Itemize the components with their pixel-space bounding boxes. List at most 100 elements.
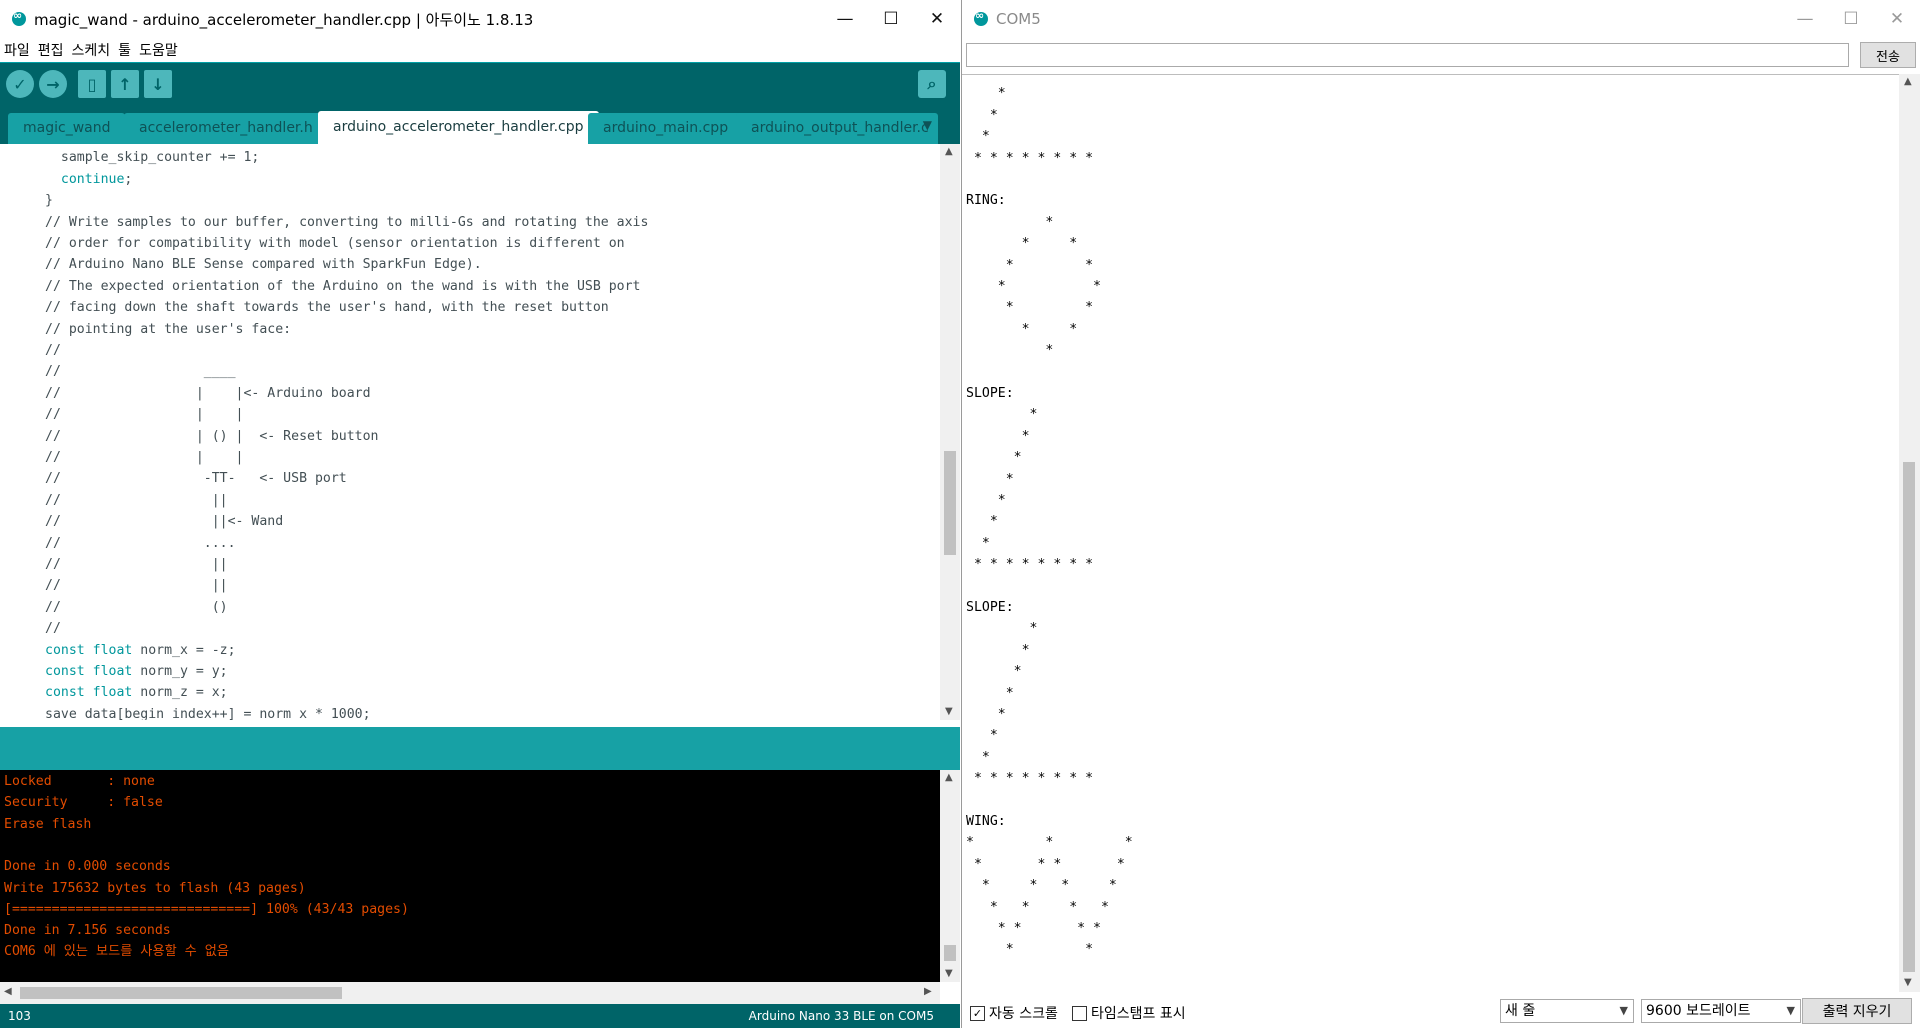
code-line: const float norm_y = y; <box>45 664 228 679</box>
autoscroll-check-icon[interactable]: ✓ <box>970 1005 985 1021</box>
close-icon[interactable]: ✕ <box>914 0 960 38</box>
scroll-up-icon[interactable]: ▲ <box>1904 76 1912 87</box>
serial-output: * * * * * * * * * * * *RING: * * * * * *… <box>962 74 1899 993</box>
serial-line: * <box>966 664 1022 680</box>
serial-line: * <box>966 749 990 765</box>
upload-icon[interactable]: → <box>39 70 67 98</box>
console-vertical-scrollbar[interactable]: ▲ ▼ <box>940 770 960 982</box>
console-line: Locked : none <box>4 774 155 789</box>
send-row: 전송 <box>962 38 1920 74</box>
serial-line: * * * <box>966 835 1133 851</box>
serial-line: * * <box>966 236 1078 252</box>
serial-line: * * * * * * * * <box>966 150 1094 166</box>
serial-line: * <box>966 642 1030 658</box>
autoscroll-checkbox[interactable]: ✓ 자동 스크롤 <box>970 1003 1058 1023</box>
save-icon[interactable]: ↓ <box>144 70 172 98</box>
code-line: // <box>45 621 61 637</box>
verify-icon[interactable]: ✓ <box>6 70 34 98</box>
ide-titlebar[interactable]: magic_wand - arduino_accelerometer_handl… <box>0 0 960 38</box>
menu-help[interactable]: 도움말 <box>139 40 178 60</box>
menu-file[interactable]: 파일 <box>4 40 30 60</box>
timestamp-check-icon[interactable] <box>1072 1005 1087 1021</box>
serial-titlebar[interactable]: COM5 — ☐ ✕ <box>962 0 1920 38</box>
serial-monitor-window: COM5 — ☐ ✕ 전송 * * * * * * * * * * * *RIN… <box>961 0 1920 1028</box>
keyword: const float <box>45 664 133 679</box>
serial-line: * * <box>966 300 1094 316</box>
serial-line: * <box>966 514 998 530</box>
serial-line: * * * * <box>966 921 1101 936</box>
scroll-down-icon[interactable]: ▼ <box>945 706 953 717</box>
code-editor[interactable]: if (sample_skip_counter != sample_every_… <box>0 144 940 720</box>
keyword: const float <box>45 642 133 658</box>
timestamp-label: 타임스탬프 표시 <box>1091 1006 1186 1022</box>
console-horizontal-scrollbar[interactable]: ◀ ▶ <box>0 982 940 1004</box>
console-line: Erase flash <box>4 816 92 832</box>
ide-toolbar: ✓ → ▯ ↑ ↓ ⌕ <box>0 62 960 105</box>
scroll-down-icon[interactable]: ▼ <box>1904 977 1912 988</box>
serial-line: * * * * * * * * <box>966 771 1094 787</box>
serial-line: * * <box>966 942 1094 958</box>
scroll-up-icon[interactable]: ▲ <box>945 772 953 783</box>
maximize-icon[interactable]: ☐ <box>868 0 914 38</box>
tab-arduino-accelerometer-handler-cpp[interactable]: arduino_accelerometer_handler.cpp <box>318 111 599 144</box>
tab-menu-chevron-down-icon[interactable]: ▼ <box>923 118 932 132</box>
menu-edit[interactable]: 편집 <box>38 40 64 60</box>
scroll-right-icon[interactable]: ▶ <box>924 986 932 997</box>
baud-rate-select[interactable]: 9600 보드레이트 ▼ <box>1641 999 1801 1023</box>
serial-send-input[interactable] <box>966 43 1849 67</box>
serial-line: * <box>966 471 1014 487</box>
serial-line: * <box>966 107 998 123</box>
code-line: // -TT- <- USB port <box>45 471 347 487</box>
arduino-logo-icon <box>12 9 26 26</box>
code-line: } <box>45 193 53 209</box>
arduino-logo-icon <box>974 9 988 26</box>
line-number: 103 <box>8 1009 31 1023</box>
code-line: sample_skip_counter += 1; <box>45 150 260 166</box>
new-icon[interactable]: ▯ <box>78 70 106 98</box>
tab-accelerometer-handler-h[interactable]: accelerometer_handler.h <box>124 113 328 144</box>
tab-arduino-main-cpp[interactable]: arduino_main.cpp <box>588 113 744 144</box>
editor-vertical-scrollbar[interactable]: ▲ ▼ <box>940 144 960 720</box>
editor-scroll-thumb[interactable] <box>944 451 956 555</box>
send-button[interactable]: 전송 <box>1860 42 1916 68</box>
maximize-icon[interactable]: ☐ <box>1828 0 1874 38</box>
serial-line: * * <box>966 279 1101 294</box>
minimize-icon[interactable]: — <box>822 0 868 38</box>
close-icon[interactable]: ✕ <box>1874 0 1920 38</box>
tab-magic-wand[interactable]: magic_wand <box>8 113 126 144</box>
clear-output-button[interactable]: 출력 지우기 <box>1802 998 1912 1024</box>
scroll-down-icon[interactable]: ▼ <box>945 968 953 979</box>
timestamp-checkbox[interactable]: 타임스탬프 표시 <box>1072 1003 1186 1023</box>
console-scroll-thumb[interactable] <box>944 945 956 961</box>
ide-status-bar <box>0 727 960 770</box>
serial-line: * <box>966 86 1006 102</box>
scroll-up-icon[interactable]: ▲ <box>945 146 953 157</box>
console-line: Security : false <box>4 795 163 811</box>
board-port-label: Arduino Nano 33 BLE on COM5 <box>748 1009 934 1023</box>
scroll-left-icon[interactable]: ◀ <box>4 986 12 997</box>
serial-line: WING: <box>966 814 1006 829</box>
code-line: // Arduino Nano BLE Sense compared with … <box>45 257 482 273</box>
serial-line: * * * * <box>966 856 1125 872</box>
console-hscroll-thumb[interactable] <box>20 987 342 999</box>
menu-tools[interactable]: 툴 <box>118 40 131 60</box>
serial-line: * * <box>966 257 1094 273</box>
console-line: Done in 7.156 seconds <box>4 923 171 939</box>
code-line: continue; <box>60 171 133 187</box>
code-line: const float norm_z = x; <box>45 685 228 701</box>
tab-arduino-output-handler[interactable]: arduino_output_handler.c <box>736 113 938 144</box>
serial-scroll-thumb[interactable] <box>1903 462 1915 972</box>
code-line: // .... <box>45 535 236 551</box>
code-line: const float norm_x = -z; <box>45 642 236 658</box>
serial-monitor-icon[interactable]: ⌕ <box>918 70 946 98</box>
baud-rate-value: 9600 보드레이트 <box>1646 1003 1751 1019</box>
serial-vertical-scrollbar[interactable]: ▲ ▼ <box>1899 74 1920 992</box>
serial-line: * * * * <box>966 878 1117 894</box>
open-icon[interactable]: ↑ <box>111 70 139 98</box>
menu-sketch[interactable]: 스케치 <box>72 40 111 60</box>
serial-line: * <box>966 621 1038 637</box>
serial-line: * * <box>966 321 1078 337</box>
line-ending-select[interactable]: 새 줄 ▼ <box>1500 999 1634 1023</box>
serial-line: * <box>966 343 1054 359</box>
minimize-icon[interactable]: — <box>1782 0 1828 38</box>
